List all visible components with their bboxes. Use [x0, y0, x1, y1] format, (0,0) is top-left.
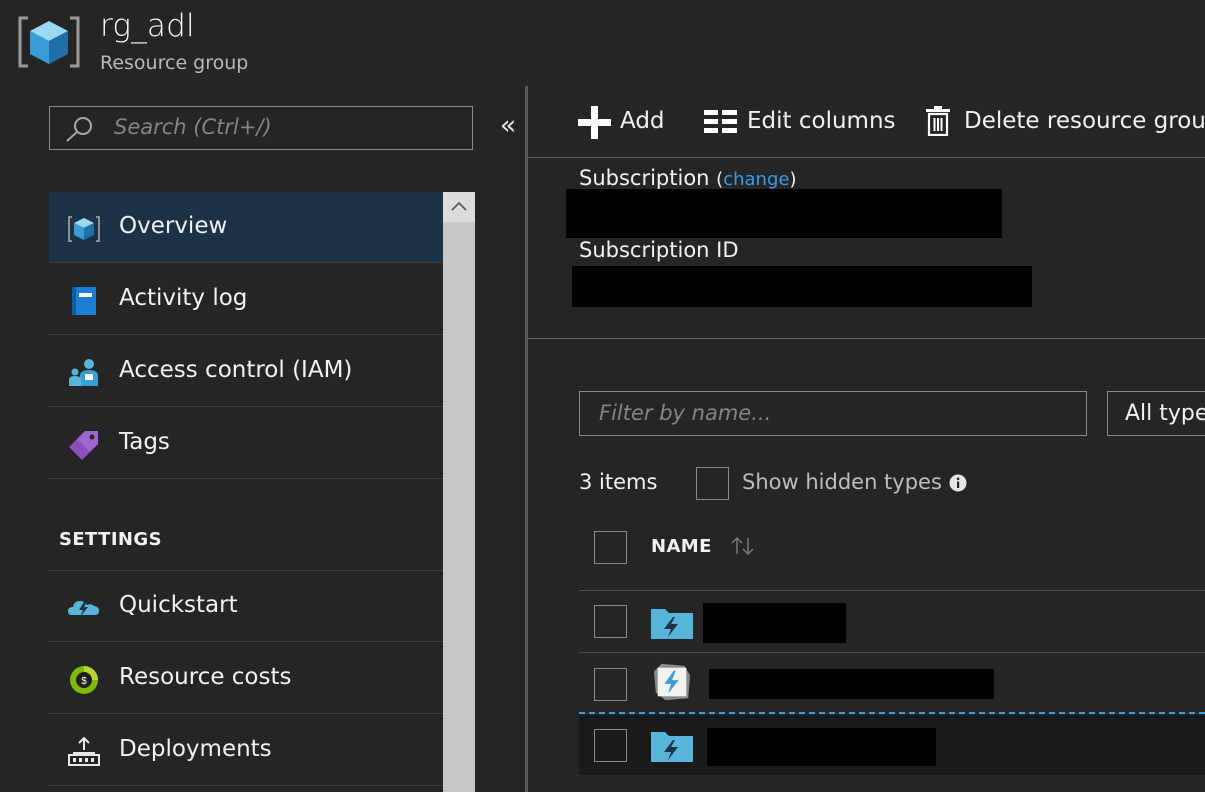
sidebar-item-overview[interactable]: Overview — [49, 192, 443, 263]
essentials-divider — [528, 338, 1205, 339]
subscription-value-redacted — [566, 189, 1002, 238]
collapse-menu-button[interactable]: « — [496, 110, 520, 141]
menu-search-input[interactable]: Search (Ctrl+/) — [49, 106, 473, 150]
select-all-checkbox[interactable] — [594, 531, 627, 564]
search-placeholder: Search (Ctrl+/) — [114, 115, 272, 139]
search-icon — [66, 117, 92, 142]
row-checkbox[interactable] — [594, 668, 627, 701]
overview-cube-icon — [68, 216, 100, 242]
sidebar-item-label: Quickstart — [119, 592, 238, 618]
activity-log-book-icon — [72, 287, 96, 315]
settings-section-header: SETTINGS — [59, 529, 162, 550]
subscription-label-text: Subscription — [579, 166, 710, 190]
deployments-icon — [68, 736, 100, 766]
quickstart-cloud-icon — [68, 601, 99, 617]
paren-close: ) — [789, 169, 797, 190]
add-label: Add — [620, 108, 665, 134]
trash-icon — [926, 106, 950, 136]
add-button[interactable]: Add — [578, 104, 678, 144]
row-divider — [579, 652, 1205, 653]
sidebar-item-deployments[interactable]: Deployments — [49, 715, 443, 786]
data-lake-analytics-folder-icon[interactable] — [649, 726, 695, 766]
resource-name-redacted[interactable] — [709, 669, 994, 699]
sidebar-item-label: Deployments — [119, 736, 272, 762]
subscription-label: Subscription (change) — [579, 166, 796, 190]
sidebar-item-activity-log[interactable]: Activity log — [49, 264, 443, 335]
filter-by-name-input[interactable]: Filter by name... — [579, 391, 1087, 436]
resource-type-dropdown[interactable]: All types — [1107, 391, 1205, 436]
page-subtitle: Resource group — [100, 52, 249, 74]
show-hidden-types-label: Show hidden types — [742, 470, 942, 494]
sidebar-item-label: Activity log — [119, 285, 248, 311]
change-subscription-link[interactable]: change — [723, 169, 789, 190]
access-control-people-icon — [69, 359, 98, 386]
subscription-id-label: Subscription ID — [579, 238, 739, 262]
row-checkbox[interactable] — [594, 729, 627, 762]
items-count: 3 items — [579, 470, 658, 494]
row-focus-outline — [579, 712, 1205, 714]
sidebar-item-label: Tags — [119, 429, 170, 455]
scroll-up-button[interactable] — [443, 192, 475, 222]
resource-name-redacted[interactable] — [707, 728, 936, 766]
sidebar-item-label: Resource costs — [119, 664, 292, 690]
edit-columns-label: Edit columns — [747, 108, 896, 134]
sidebar-item-tags[interactable]: Tags — [49, 408, 443, 479]
toolbar-divider — [528, 157, 1205, 158]
resource-name-redacted[interactable] — [703, 603, 846, 643]
resource-group-cube-icon — [18, 16, 80, 68]
columns-icon — [704, 110, 737, 133]
sidebar-item-label: Overview — [119, 213, 228, 239]
sort-icon[interactable] — [729, 535, 757, 557]
column-header-name[interactable]: NAME — [651, 536, 712, 557]
blade-divider — [525, 86, 528, 792]
row-divider — [579, 590, 1205, 591]
page-title: rg_adl — [100, 8, 195, 44]
subscription-id-value-redacted — [572, 266, 1032, 307]
sidebar-item-resource-costs[interactable]: $ Resource costs — [49, 643, 443, 714]
filter-placeholder: Filter by name... — [599, 401, 772, 425]
row-checkbox[interactable] — [594, 605, 627, 638]
svg-text:$: $ — [81, 676, 87, 687]
sidebar-item-quickstart[interactable]: Quickstart — [49, 571, 443, 642]
edit-columns-button[interactable]: Edit columns — [704, 104, 896, 144]
data-lake-store-icon[interactable] — [649, 662, 695, 702]
delete-resource-group-label: Delete resource group — [964, 108, 1205, 134]
resource-type-value: All types — [1125, 401, 1205, 426]
delete-resource-group-button[interactable]: Delete resource group — [926, 104, 1205, 144]
resource-costs-coin-icon: $ — [70, 666, 98, 694]
sidebar-item-label: Access control (IAM) — [119, 357, 353, 383]
menu-scrollbar[interactable] — [443, 192, 475, 792]
sidebar-item-access-control[interactable]: Access control (IAM) — [49, 336, 443, 407]
show-hidden-types-checkbox[interactable] — [696, 467, 729, 500]
tag-icon — [69, 431, 98, 460]
plus-icon — [578, 106, 611, 139]
info-icon[interactable] — [949, 474, 967, 492]
data-lake-analytics-folder-icon[interactable] — [649, 603, 695, 643]
chevron-up-icon — [451, 201, 467, 211]
